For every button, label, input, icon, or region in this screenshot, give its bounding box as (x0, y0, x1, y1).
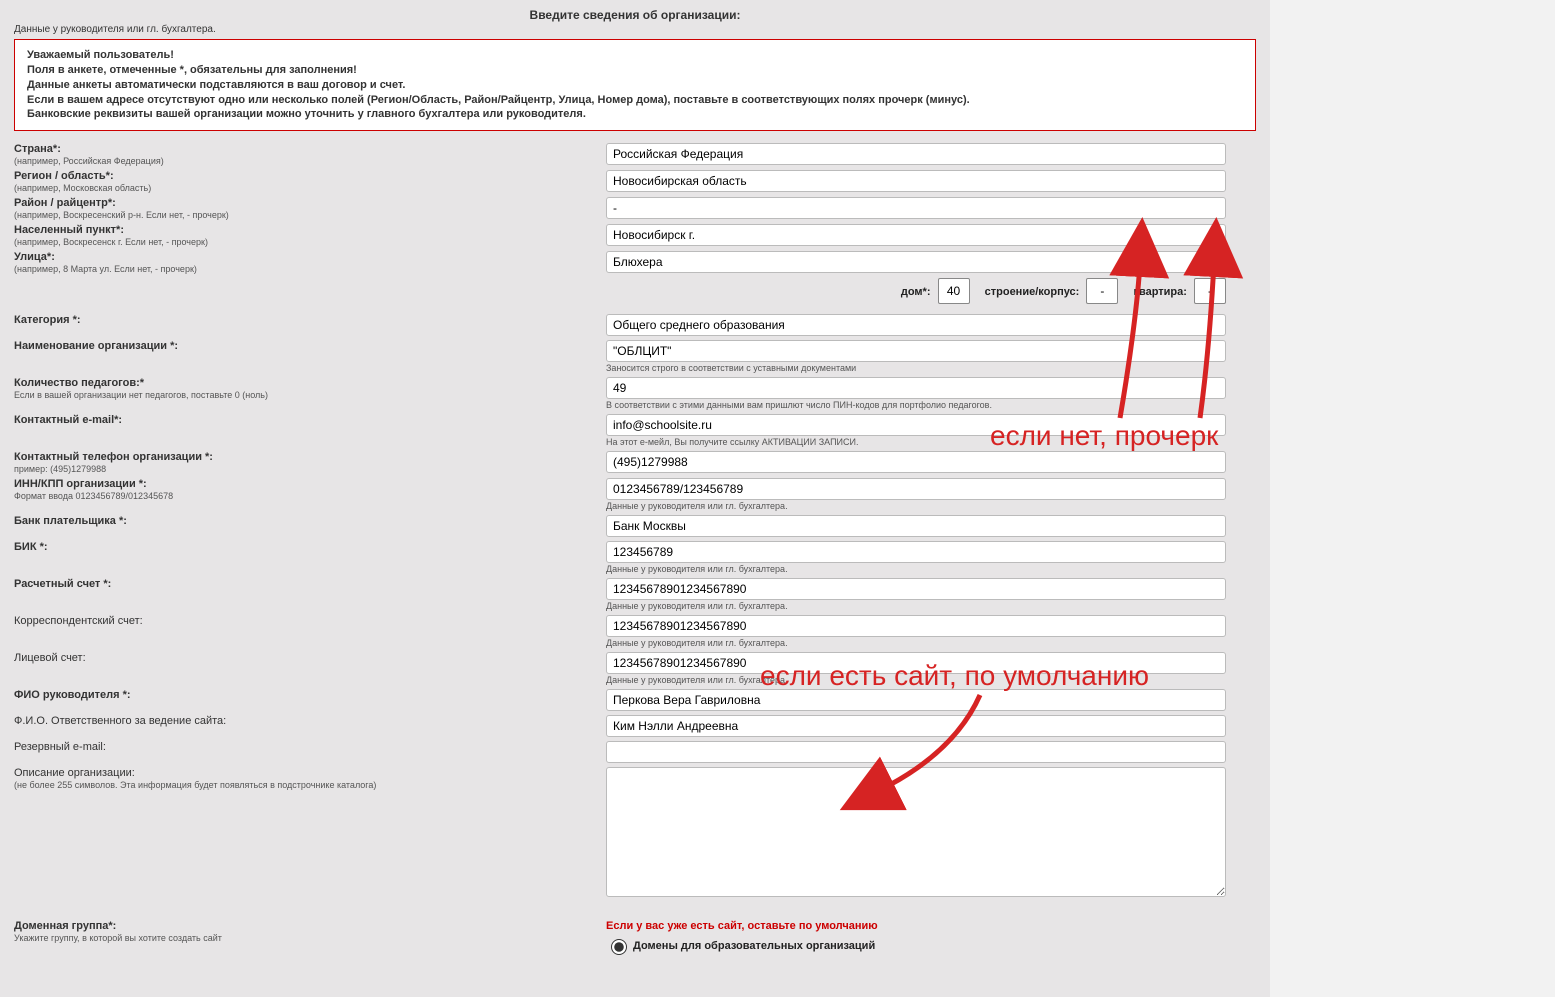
info-box: Уважаемый пользователь! Поля в анкете, о… (14, 39, 1256, 131)
director-input[interactable] (606, 689, 1226, 711)
bik-under: Данные у руководителя или гл. бухгалтера… (606, 564, 1256, 574)
inn-under: Данные у руководителя или гл. бухгалтера… (606, 501, 1256, 511)
hint-country: (например, Российская Федерация) (14, 156, 594, 166)
label-ls: Лицевой счет: (14, 652, 86, 664)
bik-input[interactable] (606, 541, 1226, 563)
info-line: Уважаемый пользователь! (27, 48, 1243, 63)
label-city: Населенный пункт*: (14, 224, 124, 236)
page-title: Введите сведения об организации: (8, 8, 1262, 22)
label-domain-group: Доменная группа*: (14, 920, 116, 932)
bank-input[interactable] (606, 515, 1226, 537)
label-street: Улица*: (14, 251, 55, 263)
label-description: Описание организации: (14, 767, 135, 779)
hint-description: (не более 255 символов. Эта информация б… (14, 780, 594, 790)
apt-input[interactable] (1194, 278, 1226, 304)
teachers-input[interactable] (606, 377, 1226, 399)
district-input[interactable] (606, 197, 1226, 219)
country-input[interactable] (606, 143, 1226, 165)
rs-input[interactable] (606, 578, 1226, 600)
hint-region: (например, Московская область) (14, 183, 594, 193)
info-line: Если в вашем адресе отсутствуют одно или… (27, 93, 1243, 108)
description-input[interactable] (606, 767, 1226, 897)
ks-input[interactable] (606, 615, 1226, 637)
label-category: Категория *: (14, 314, 81, 326)
label-bank: Банк плательщика *: (14, 515, 127, 527)
hint-district: (например, Воскресенский р-н. Если нет, … (14, 210, 594, 220)
domain-radio-edu[interactable] (611, 939, 627, 955)
label-orgname: Наименование организации *: (14, 340, 178, 352)
category-input[interactable] (606, 314, 1226, 336)
ks-under: Данные у руководителя или гл. бухгалтера… (606, 638, 1256, 648)
label-director: ФИО руководителя *: (14, 689, 131, 701)
label-bik: БИК *: (14, 541, 48, 553)
domain-note: Если у вас уже есть сайт, оставьте по ум… (606, 920, 1256, 932)
label-phone: Контактный телефон организации *: (14, 451, 213, 463)
rs-under: Данные у руководителя или гл. бухгалтера… (606, 601, 1256, 611)
hint-phone: пример: (495)1279988 (14, 464, 594, 474)
reserve-email-input[interactable] (606, 741, 1226, 763)
hint-inn: Формат ввода 0123456789/012345678 (14, 491, 594, 501)
email-under: На этот е-мейл, Вы получите ссылку АКТИВ… (606, 437, 1256, 447)
info-line: Поля в анкете, отмеченные *, обязательны… (27, 63, 1243, 78)
phone-input[interactable] (606, 451, 1226, 473)
teachers-under: В соответствии с этими данными вам пришл… (606, 400, 1256, 410)
hint-domain-group: Укажите группу, в которой вы хотите созд… (14, 933, 594, 943)
hint-street: (например, 8 Марта ул. Если нет, - проче… (14, 264, 594, 274)
label-responsible: Ф.И.О. Ответственного за ведение сайта: (14, 715, 226, 727)
ls-input[interactable] (606, 652, 1226, 674)
label-region: Регион / область*: (14, 170, 114, 182)
domain-radio-edu-label: Домены для образовательных организаций (633, 940, 875, 952)
orgname-input[interactable] (606, 340, 1226, 362)
label-rs: Расчетный счет *: (14, 578, 111, 590)
label-building: строение/корпус: (985, 286, 1080, 298)
house-input[interactable] (938, 278, 970, 304)
ls-under: Данные у руководителя или гл. бухгалтера… (606, 675, 1256, 685)
label-reserve-email: Резервный e-mail: (14, 741, 106, 753)
hint-city: (например, Воскресенск г. Если нет, - пр… (14, 237, 594, 247)
street-input[interactable] (606, 251, 1226, 273)
responsible-input[interactable] (606, 715, 1226, 737)
top-hint: Данные у руководителя или гл. бухгалтера… (14, 24, 1262, 35)
label-country: Страна*: (14, 143, 61, 155)
orgname-under: Заносится строго в соответствии с уставн… (606, 363, 1256, 373)
label-email: Контактный e-mail*: (14, 414, 122, 426)
label-inn: ИНН/КПП организации *: (14, 478, 147, 490)
domain-radio-option-edu[interactable]: Домены для образовательных организаций (606, 936, 1256, 955)
info-line: Данные анкеты автоматически подставляютс… (27, 78, 1243, 93)
region-input[interactable] (606, 170, 1226, 192)
inn-input[interactable] (606, 478, 1226, 500)
label-apt: квартира: (1133, 286, 1186, 298)
hint-teachers: Если в вашей организации нет педагогов, … (14, 390, 594, 400)
label-ks: Корреспондентский счет: (14, 615, 143, 627)
label-house: дом*: (901, 286, 931, 298)
info-line: Банковские реквизиты вашей организации м… (27, 107, 1243, 122)
label-teachers: Количество педагогов:* (14, 377, 144, 389)
label-district: Район / райцентр*: (14, 197, 116, 209)
building-input[interactable] (1086, 278, 1118, 304)
email-input[interactable] (606, 414, 1226, 436)
city-input[interactable] (606, 224, 1226, 246)
org-form: Страна*: (например, Российская Федерация… (8, 141, 1262, 957)
